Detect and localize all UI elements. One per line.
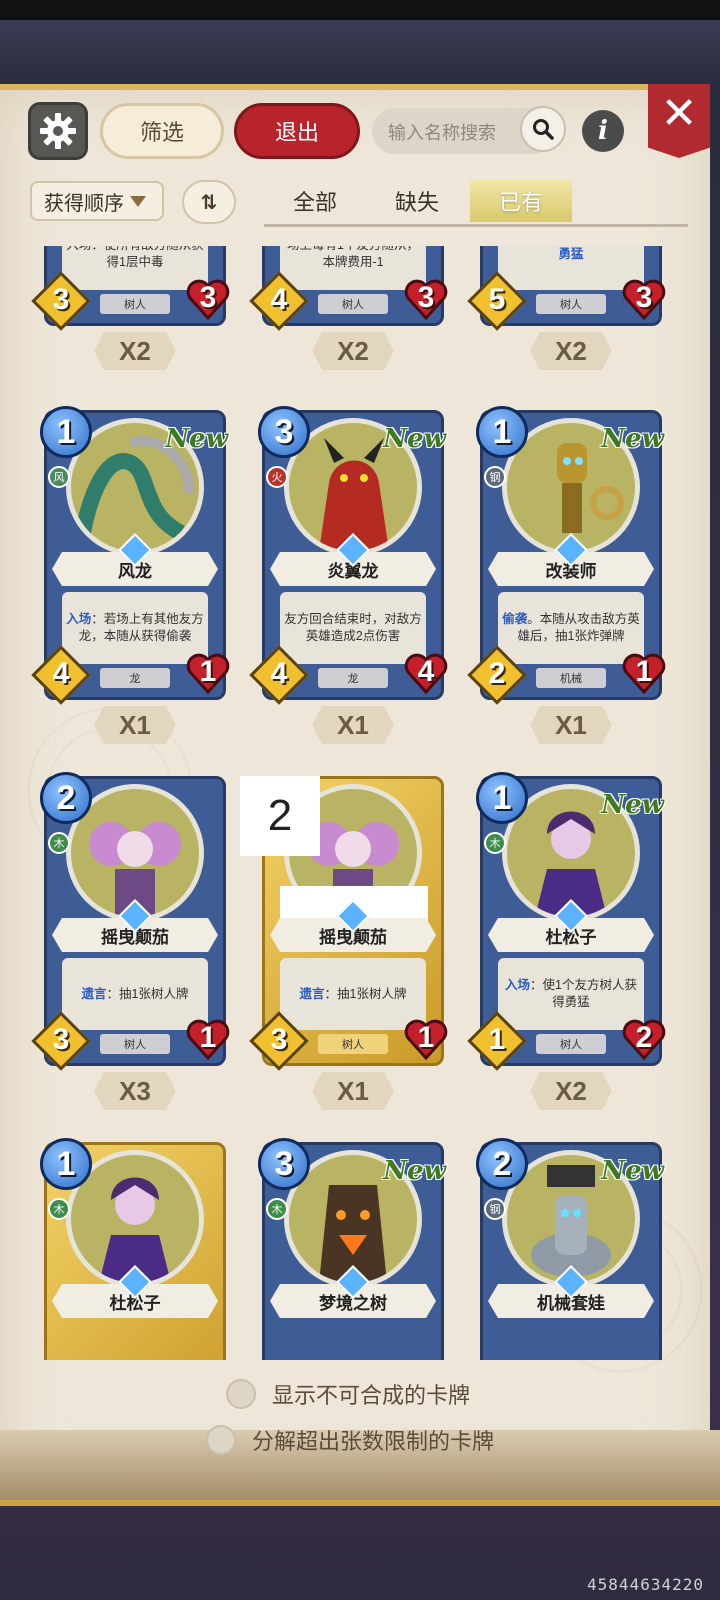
checkbox-show-uncraftable[interactable] bbox=[226, 1379, 256, 1409]
card-health: 1 bbox=[199, 1021, 217, 1054]
new-badge: New bbox=[165, 424, 228, 454]
card-count: X2 bbox=[530, 1072, 612, 1110]
card-partial-2[interactable]: 场上每有1个友方随从，本牌费用-1 树人 4 3 X2 bbox=[249, 246, 448, 370]
info-icon: i bbox=[598, 116, 608, 146]
element-badge: 钢 bbox=[484, 466, 506, 488]
card-juniper[interactable]: 1 木 New 杜松子 入场：使1个友方树人获得勇猛 树人 1 2 X2 bbox=[467, 772, 666, 1110]
sort-dropdown[interactable]: 获得顺序 bbox=[30, 181, 164, 221]
search-button[interactable] bbox=[520, 106, 566, 152]
card-attack: 4 bbox=[270, 657, 288, 690]
card-cost: 2 bbox=[40, 772, 92, 824]
card-health: 1 bbox=[199, 655, 217, 688]
card-health: 4 bbox=[417, 655, 435, 688]
card-tribe: 树人 bbox=[318, 1034, 388, 1054]
tab-all[interactable]: 全部 bbox=[264, 180, 366, 222]
option-label: 显示不可合成的卡牌 bbox=[272, 1383, 471, 1408]
card-tribe: 树人 bbox=[318, 294, 388, 314]
new-badge: New bbox=[601, 1156, 664, 1186]
checkbox-disenchant-excess[interactable] bbox=[206, 1425, 236, 1455]
card-tribe: 树人 bbox=[536, 294, 606, 314]
tab-missing[interactable]: 缺失 bbox=[366, 180, 468, 222]
card-tribe: 龙 bbox=[100, 668, 170, 688]
card-health: 3 bbox=[635, 281, 653, 314]
card-health: 2 bbox=[635, 1021, 653, 1054]
card-attack: 3 bbox=[52, 283, 70, 316]
filter-button[interactable]: 筛选 bbox=[100, 103, 224, 159]
card-cost: 2 bbox=[476, 1138, 528, 1190]
footer-id: 45844634220 bbox=[587, 1575, 704, 1594]
card-count: X1 bbox=[94, 706, 176, 744]
element-badge: 钢 bbox=[484, 1198, 506, 1220]
element-badge: 火 bbox=[266, 466, 288, 488]
card-wind-dragon[interactable]: 1 风 New 风龙 入场：若场上有其他友方龙，本随从获得偷袭 龙 4 1 X1 bbox=[31, 406, 230, 744]
card-count: X2 bbox=[530, 332, 612, 370]
card-attack: 5 bbox=[488, 283, 506, 316]
close-button[interactable]: ✕ bbox=[648, 84, 710, 158]
swap-order-icon: ⇅ bbox=[200, 191, 218, 214]
option-label: 分解超出张数限制的卡牌 bbox=[252, 1429, 495, 1454]
card-count: X2 bbox=[312, 332, 394, 370]
card-cost: 1 bbox=[476, 772, 528, 824]
card-cost: 1 bbox=[476, 406, 528, 458]
card-modifier[interactable]: 1 钢 New 改装师 偷袭。本随从攻击敌方英雄后，抽1张炸弹牌 机械 2 1 … bbox=[467, 406, 666, 744]
card-mech-matryoshka[interactable]: 2 钢 New 机械套娃 bbox=[476, 1138, 666, 1360]
element-badge: 风 bbox=[48, 466, 70, 488]
option-show-uncraftable[interactable]: 显示不可合成的卡牌 bbox=[226, 1378, 470, 1410]
info-button[interactable]: i bbox=[582, 110, 624, 152]
element-badge: 木 bbox=[484, 832, 506, 854]
card-count: X1 bbox=[530, 706, 612, 744]
chevron-down-icon bbox=[130, 195, 146, 207]
exit-button[interactable]: 退出 bbox=[234, 103, 360, 159]
settings-button[interactable] bbox=[28, 102, 88, 160]
card-partial-1[interactable]: 入场：使所有敌方随从获得1层中毒 树人 3 3 X2 bbox=[31, 246, 230, 370]
collection-tabs: 全部 缺失 已有 bbox=[264, 180, 688, 227]
card-attack: 4 bbox=[52, 657, 70, 690]
search-icon bbox=[533, 119, 554, 140]
close-icon: ✕ bbox=[660, 89, 698, 138]
option-disenchant-excess[interactable]: 分解超出张数限制的卡牌 bbox=[206, 1424, 494, 1456]
card-attack: 3 bbox=[270, 1023, 288, 1056]
card-partial-3[interactable]: 勇猛 树人 5 3 X2 bbox=[467, 246, 666, 370]
card-health: 1 bbox=[635, 655, 653, 688]
new-badge: New bbox=[383, 424, 446, 454]
new-badge: New bbox=[601, 790, 664, 820]
card-tribe: 树人 bbox=[100, 1034, 170, 1054]
card-count: X3 bbox=[94, 1072, 176, 1110]
card-count: X2 bbox=[94, 332, 176, 370]
sort-label: 获得顺序 bbox=[44, 192, 124, 215]
new-badge: New bbox=[601, 424, 664, 454]
sort-order-toggle[interactable]: ⇅ bbox=[182, 180, 236, 224]
card-health: 3 bbox=[417, 281, 435, 314]
card-attack: 2 bbox=[488, 657, 506, 690]
card-cost: 1 bbox=[40, 1138, 92, 1190]
card-cost: 3 bbox=[258, 406, 310, 458]
card-health: 1 bbox=[417, 1021, 435, 1054]
tab-owned[interactable]: 已有 bbox=[470, 180, 572, 222]
card-count: X1 bbox=[312, 1072, 394, 1110]
card-flame-wing-dragon[interactable]: 3 火 New 炎翼龙 友方回合结束时，对敌方英雄造成2点伤害 龙 4 4 X1 bbox=[249, 406, 448, 744]
card-cost: 3 bbox=[258, 1138, 310, 1190]
card-tribe: 机械 bbox=[536, 668, 606, 688]
card-tribe: 树人 bbox=[536, 1034, 606, 1054]
card-cost: 1 bbox=[40, 406, 92, 458]
element-badge: 木 bbox=[266, 1198, 288, 1220]
card-count: X1 bbox=[312, 706, 394, 744]
overlay-number: 2 bbox=[240, 776, 320, 856]
search-placeholder: 输入名称搜索 bbox=[388, 123, 496, 143]
status-bar bbox=[0, 0, 720, 20]
card-attack: 1 bbox=[488, 1023, 506, 1056]
card-juniper-golden[interactable]: 1 木 杜松子 bbox=[40, 1138, 230, 1360]
card-tribe: 龙 bbox=[318, 668, 388, 688]
card-attack: 4 bbox=[270, 283, 288, 316]
card-health: 3 bbox=[199, 281, 217, 314]
new-badge: New bbox=[383, 1156, 446, 1186]
card-attack: 3 bbox=[52, 1023, 70, 1056]
element-badge: 木 bbox=[48, 832, 70, 854]
card-grid: 入场：使所有敌方随从获得1层中毒 树人 3 3 X2 场上每有1个友方随从，本牌… bbox=[0, 246, 720, 1360]
card-swaying-nightshade[interactable]: 2 木 摇曳颠茄 遗言：抽1张树人牌 树人 3 1 X3 bbox=[31, 772, 230, 1110]
gear-icon bbox=[40, 113, 76, 149]
card-dream-tree[interactable]: 3 木 New 梦境之树 bbox=[258, 1138, 448, 1360]
element-badge: 木 bbox=[48, 1198, 70, 1220]
card-tribe: 树人 bbox=[100, 294, 170, 314]
